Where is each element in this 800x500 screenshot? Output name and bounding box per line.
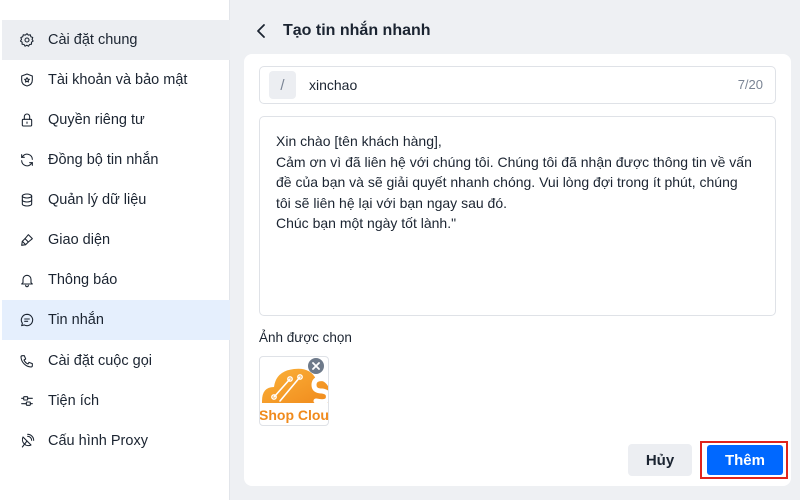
utilities-icon — [18, 392, 36, 410]
page-title: Tạo tin nhắn nhanh — [283, 22, 431, 39]
shield-icon — [18, 71, 36, 89]
settings-sidebar: Cài đặt chung Tài khoản và bảo mật Quyền… — [0, 0, 230, 500]
sidebar-item-label: Thông báo — [48, 272, 118, 288]
sidebar-item-appearance[interactable]: Giao diện — [2, 220, 230, 260]
sidebar-item-account-security[interactable]: Tài khoản và bảo mật — [2, 60, 230, 100]
add-button[interactable]: Thêm — [707, 445, 783, 475]
sidebar-item-general-settings[interactable]: Cài đặt chung — [2, 20, 230, 60]
image-caption: Shop Cloud — [260, 407, 329, 423]
sidebar-item-label: Đồng bộ tin nhắn — [48, 152, 159, 168]
message-icon — [18, 311, 36, 329]
sidebar-item-label: Quản lý dữ liệu — [48, 192, 147, 208]
sidebar-item-message-sync[interactable]: Đồng bộ tin nhắn — [2, 140, 230, 180]
quick-message-form: / 7/20 Xin chào [tên khách hàng], Cảm ơn… — [244, 54, 791, 486]
phone-icon — [18, 352, 36, 370]
sidebar-item-label: Quyền riêng tư — [48, 112, 145, 128]
sidebar-item-label: Cài đặt cuộc gọi — [48, 353, 152, 369]
sidebar-item-call-settings[interactable]: Cài đặt cuộc gọi — [2, 341, 230, 381]
page-header: Tạo tin nhắn nhanh — [231, 14, 791, 48]
sidebar-item-label: Cấu hình Proxy — [48, 433, 148, 449]
shortcut-input[interactable] — [309, 77, 689, 93]
paint-brush-icon — [18, 231, 36, 249]
remove-image-button[interactable] — [308, 358, 324, 374]
sidebar-header-fragment — [55, 0, 69, 2]
shortcut-field[interactable]: / 7/20 — [259, 66, 776, 104]
sidebar-item-data-management[interactable]: Quản lý dữ liệu — [2, 180, 230, 220]
bell-icon — [18, 271, 36, 289]
lock-icon — [18, 111, 36, 129]
sidebar-item-notifications[interactable]: Thông báo — [2, 260, 230, 300]
close-icon — [312, 362, 320, 370]
chevron-left-icon — [257, 24, 265, 38]
main-panel: Tạo tin nhắn nhanh / 7/20 Xin chào [tên … — [231, 0, 800, 500]
sidebar-item-label: Giao diện — [48, 232, 111, 248]
gear-icon — [18, 31, 36, 49]
back-button[interactable] — [251, 19, 271, 43]
cancel-button[interactable]: Hủy — [628, 444, 692, 476]
sync-icon — [18, 151, 36, 169]
add-button-highlight: Thêm — [700, 441, 788, 479]
sidebar-item-utilities[interactable]: Tiện ích — [2, 381, 230, 421]
sidebar-item-label: Tài khoản và bảo mật — [48, 72, 188, 88]
message-textarea[interactable]: Xin chào [tên khách hàng], Cảm ơn vì đã … — [259, 116, 776, 316]
sidebar-item-label: Tiện ích — [48, 393, 100, 409]
sidebar-item-proxy-config[interactable]: Cấu hình Proxy — [2, 421, 230, 461]
char-counter: 7/20 — [737, 77, 763, 92]
sidebar-item-label: Cài đặt chung — [48, 32, 138, 48]
selected-images-label: Ảnh được chọn — [259, 330, 352, 345]
sidebar-item-label: Tin nhắn — [48, 312, 104, 328]
sidebar-item-privacy[interactable]: Quyền riêng tư — [2, 100, 230, 140]
database-icon — [18, 191, 36, 209]
shortcut-prefix: / — [269, 71, 296, 99]
sidebar-item-messages[interactable]: Tin nhắn — [2, 300, 230, 340]
proxy-icon — [18, 432, 36, 450]
